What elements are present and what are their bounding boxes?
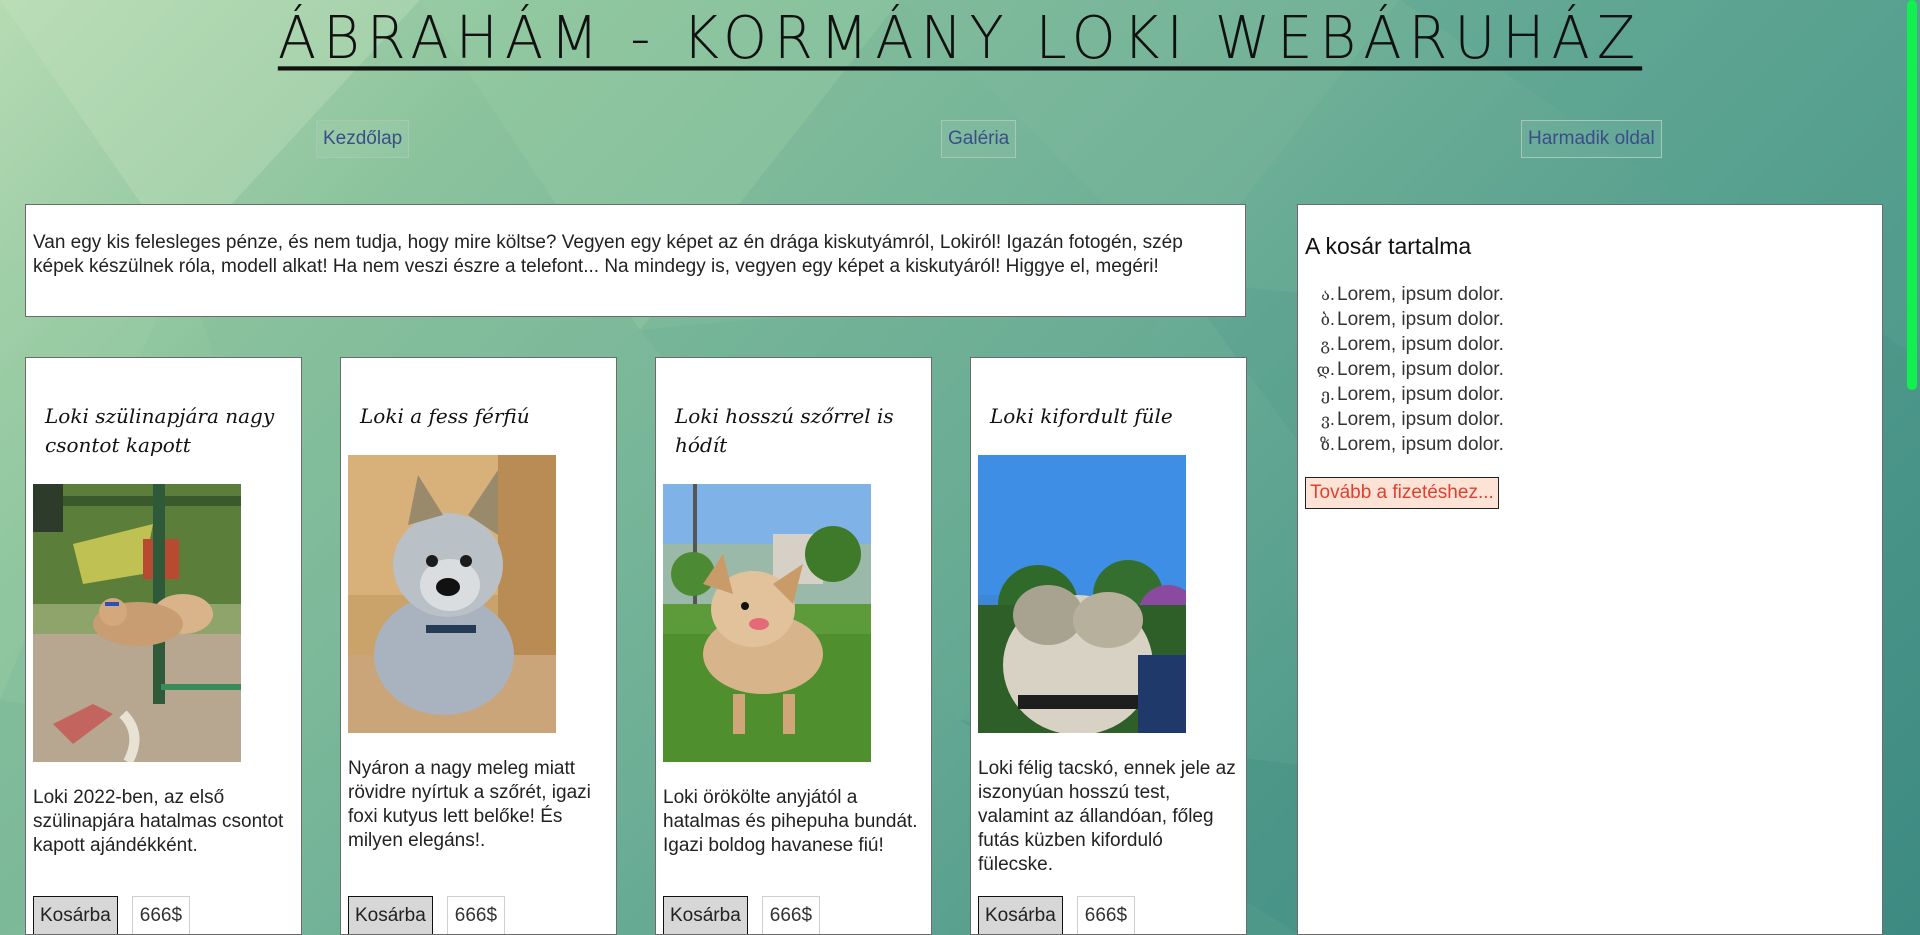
price-tag: 666$ <box>761 896 821 934</box>
list-marker: ვ. <box>1321 410 1335 429</box>
price-tag: 666$ <box>446 896 506 934</box>
product-description: Loki örökölte anyjától a hatalmas és pih… <box>663 787 918 856</box>
product-actions: Kosárba 666$ <box>978 896 1136 934</box>
cart-item-label: Lorem, ipsum dolor. <box>1337 309 1504 330</box>
nav-gallery-link[interactable]: Galéria <box>941 120 1017 158</box>
product-title: Loki szülinapjára nagy csontot kapott <box>45 404 275 457</box>
vertical-scrollbar[interactable] <box>1903 0 1920 935</box>
add-to-cart-button[interactable]: Kosárba <box>348 896 433 934</box>
cart-item-label: Lorem, ipsum dolor. <box>1337 384 1504 405</box>
list-marker: ზ. <box>1320 435 1335 454</box>
list-marker: ბ. <box>1320 310 1335 329</box>
cart-list: ა. Lorem, ipsum dolor. ბ. Lorem, ipsum dol… <box>1305 282 1875 457</box>
product-actions: Kosárba 666$ <box>33 896 191 934</box>
cart-item: ბ. Lorem, ipsum dolor. <box>1321 307 1875 332</box>
product-card-birthday: Loki szülinapjára nagy csontot kapott Lo… <box>25 357 302 935</box>
product-actions: Kosárba 666$ <box>348 896 506 934</box>
add-to-cart-button[interactable]: Kosárba <box>663 896 748 934</box>
product-title: Loki kifordult füle <box>990 404 1173 428</box>
price-tag: 666$ <box>131 896 191 934</box>
cart-item: ე. Lorem, ipsum dolor. <box>1321 382 1875 407</box>
cart-item: ზ. Lorem, ipsum dolor. <box>1320 432 1875 457</box>
page: ÁBRAHÁM - KORMÁNY LOKI WEBÁRUHÁZ Kezdőla… <box>0 0 1920 935</box>
list-marker: ე. <box>1320 385 1335 404</box>
cart-item-label: Lorem, ipsum dolor. <box>1337 359 1504 380</box>
product-description: Loki félig tacskó, ennek jele az iszonyú… <box>978 758 1236 875</box>
product-card-ear: Loki kifordult füle Loki félig tacskó, e… <box>970 357 1247 935</box>
dog-photo-long-hair <box>663 484 871 762</box>
product-card-long-hair: Loki hosszú szőrrel is hódít Loki örököl… <box>655 357 932 935</box>
product-description: Loki 2022-ben, az első szülinapjára hata… <box>33 787 284 856</box>
list-marker: დ. <box>1316 360 1335 379</box>
intro-box: Van egy kis felesleges pénze, és nem tud… <box>25 204 1246 317</box>
checkout-button[interactable]: Tovább a fizetéshez... <box>1305 477 1499 509</box>
add-to-cart-button[interactable]: Kosárba <box>978 896 1063 934</box>
intro-text: Van egy kis felesleges pénze, és nem tud… <box>33 232 1183 277</box>
add-to-cart-button[interactable]: Kosárba <box>33 896 118 934</box>
nav-third-page-link[interactable]: Harmadik oldal <box>1521 120 1662 158</box>
price-tag: 666$ <box>1076 896 1136 934</box>
cart-item-label: Lorem, ipsum dolor. <box>1337 434 1504 455</box>
product-title: Loki a fess férfiú <box>360 404 530 428</box>
product-card-gentleman: Loki a fess férfiú Nyáron a nagy meleg m… <box>340 357 617 935</box>
product-title: Loki hosszú szőrrel is hódít <box>675 404 894 457</box>
list-marker: ა. <box>1321 285 1335 304</box>
nav-home-link[interactable]: Kezdőlap <box>316 120 410 158</box>
cart-item-label: Lorem, ipsum dolor. <box>1337 409 1504 430</box>
cart-item: ვ. Lorem, ipsum dolor. <box>1321 407 1875 432</box>
product-actions: Kosárba 666$ <box>663 896 821 934</box>
site-title: ÁBRAHÁM - KORMÁNY LOKI WEBÁRUHÁZ <box>277 4 1643 73</box>
list-marker: გ. <box>1320 335 1335 354</box>
cart-panel: A kosár tartalma ა. Lorem, ipsum dolor. ბ… <box>1297 204 1883 935</box>
cart-item: ა. Lorem, ipsum dolor. <box>1321 282 1875 307</box>
dog-photo-ear <box>978 455 1186 733</box>
cart-item-label: Lorem, ipsum dolor. <box>1337 284 1504 305</box>
cart-item: გ. Lorem, ipsum dolor. <box>1320 332 1875 357</box>
cart-item: დ. Lorem, ipsum dolor. <box>1317 357 1875 382</box>
product-description: Nyáron a nagy meleg miatt rövidre nyírtu… <box>348 758 591 851</box>
dog-photo-birthday <box>33 484 241 762</box>
scrollbar-thumb[interactable] <box>1907 0 1917 390</box>
dog-photo-gentleman <box>348 455 556 733</box>
cart-item-label: Lorem, ipsum dolor. <box>1337 334 1504 355</box>
cart-title: A kosár tartalma <box>1305 233 1472 259</box>
